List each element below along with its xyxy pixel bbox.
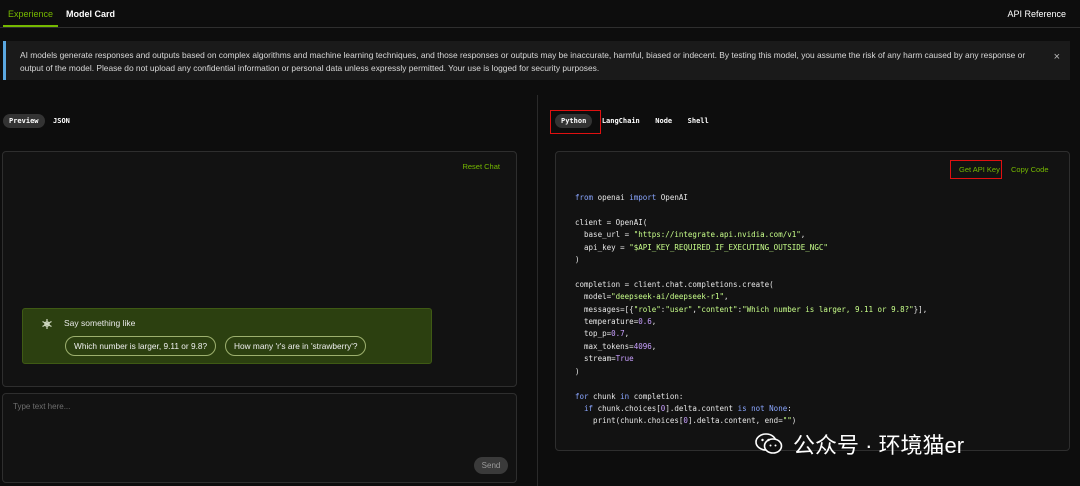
copy-code-button[interactable]: Copy Code xyxy=(1011,165,1049,174)
tab-langchain[interactable]: LangChain xyxy=(596,114,646,128)
message-input[interactable] xyxy=(13,402,503,452)
get-api-key-button[interactable]: Get API Key xyxy=(959,165,1000,174)
top-navigation-bar: Experience Model Card API Reference xyxy=(0,0,1080,28)
suggestion-chip-numbers[interactable]: Which number is larger, 9.11 or 9.8? xyxy=(65,336,217,356)
send-button[interactable]: Send xyxy=(474,457,508,474)
output-mode-tabs: Preview JSON xyxy=(3,114,76,128)
disclaimer-banner: AI models generate responses and outputs… xyxy=(3,41,1070,80)
tab-node[interactable]: Node xyxy=(649,114,678,128)
tab-json[interactable]: JSON xyxy=(47,114,76,128)
tab-experience[interactable]: Experience xyxy=(8,9,53,19)
wechat-icon xyxy=(755,433,783,454)
suggestions-box: Say something like Which number is large… xyxy=(22,308,432,364)
watermark: 公众号 · 环境猫er xyxy=(755,428,964,460)
watermark-text: 公众号 · 环境猫er xyxy=(793,433,965,458)
disclaimer-text: AI models generate responses and outputs… xyxy=(20,50,1026,73)
active-tab-underline xyxy=(3,25,58,27)
code-snippet: from openai import OpenAI client = OpenA… xyxy=(575,193,928,426)
api-reference-link[interactable]: API Reference xyxy=(1007,9,1066,19)
close-icon[interactable]: × xyxy=(1054,51,1060,63)
suggestion-chip-strawberry[interactable]: How many 'r's are in 'strawberry'? xyxy=(225,336,367,356)
tab-preview[interactable]: Preview xyxy=(3,114,45,128)
model-logo-icon xyxy=(42,319,52,329)
tab-model-card[interactable]: Model Card xyxy=(66,9,115,19)
panel-divider xyxy=(537,95,538,486)
suggestions-title: Say something like xyxy=(64,318,136,328)
code-panel: Get API Key Copy Code from openai import… xyxy=(555,151,1070,451)
message-input-panel: Send xyxy=(2,393,517,483)
chat-panel: Reset Chat Say something like Which numb… xyxy=(2,151,517,387)
tab-shell[interactable]: Shell xyxy=(682,114,715,128)
reset-chat-button[interactable]: Reset Chat xyxy=(462,162,500,171)
python-tab-highlight-box xyxy=(550,110,601,134)
